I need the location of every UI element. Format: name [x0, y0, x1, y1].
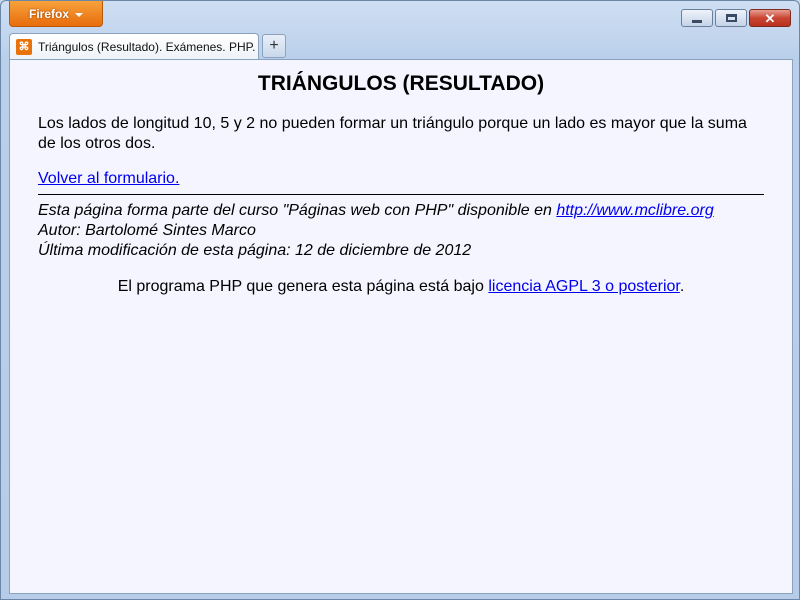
- page-content: TRIÁNGULOS (RESULTADO) Los lados de long…: [9, 59, 793, 594]
- maximize-icon: [725, 14, 737, 22]
- window-controls: ✕: [681, 9, 791, 27]
- firefox-button-label: Firefox: [28, 6, 69, 21]
- new-tab-button[interactable]: +: [262, 34, 286, 58]
- chevron-down-icon: [75, 12, 83, 17]
- close-icon: ✕: [764, 10, 776, 26]
- back-to-form-link[interactable]: Volver al formulario.: [38, 170, 179, 188]
- minimize-icon: [692, 19, 702, 23]
- license-end: .: [679, 278, 685, 295]
- course-text: Esta página forma parte del curso "Págin…: [38, 202, 557, 219]
- license-text: El programa PHP que genera esta página e…: [117, 278, 489, 295]
- close-window-button[interactable]: ✕: [749, 9, 791, 27]
- maximize-button[interactable]: [715, 9, 747, 27]
- result-message: Los lados de longitud 10, 5 y 2 no puede…: [38, 115, 747, 152]
- course-line: Esta página forma parte del curso "Págin…: [38, 201, 764, 221]
- license-line: El programa PHP que genera esta página e…: [38, 277, 764, 297]
- xampp-favicon-icon: ⌘: [16, 38, 32, 55]
- page-title: TRIÁNGULOS (RESULTADO): [257, 72, 545, 95]
- license-link[interactable]: licencia AGPL 3 o posterior: [488, 278, 680, 295]
- page-footer: Esta página forma parte del curso "Págin…: [38, 201, 764, 261]
- plus-icon: +: [269, 37, 279, 54]
- tab-title: Triángulos (Resultado). Exámenes. PHP. .…: [38, 39, 259, 54]
- footer-divider: [38, 194, 764, 195]
- browser-window: Firefox ✕ ⌘ Triángulos (Resultado). Exám…: [0, 0, 800, 600]
- mclibre-link[interactable]: http://www.mclibre.org: [556, 202, 713, 219]
- modified-line: Última modificación de esta página: 12 d…: [38, 242, 472, 259]
- author-line: Autor: Bartolomé Sintes Marco: [38, 222, 256, 239]
- tab-active[interactable]: ⌘ Triángulos (Resultado). Exámenes. PHP.…: [9, 33, 259, 59]
- minimize-button[interactable]: [681, 9, 713, 27]
- firefox-menu-button[interactable]: Firefox: [9, 1, 103, 27]
